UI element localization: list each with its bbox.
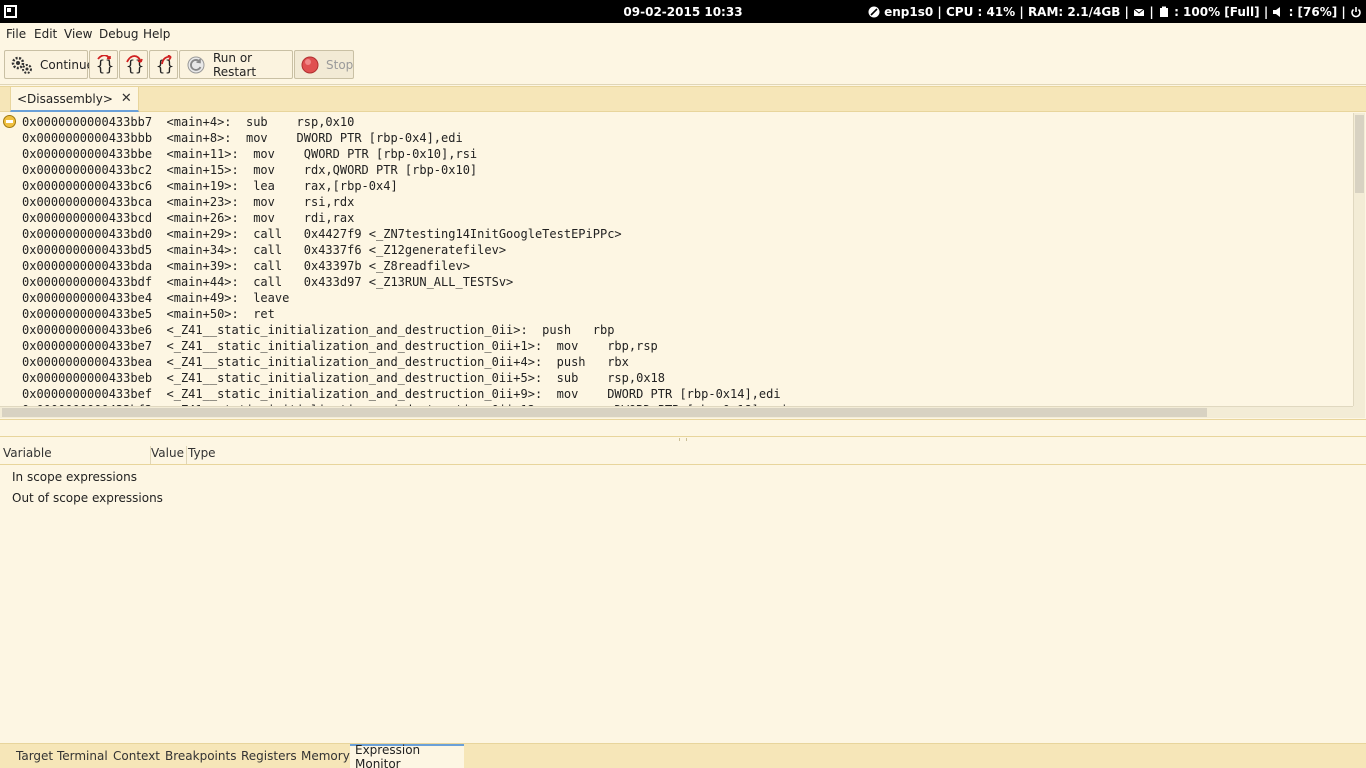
- disassembly-line[interactable]: 0x0000000000433bda <main+39>: call 0x433…: [22, 258, 788, 274]
- disassembly-line[interactable]: 0x0000000000433beb <_Z41__static_initial…: [22, 370, 788, 386]
- out-of-scope-expressions[interactable]: Out of scope expressions: [12, 491, 163, 505]
- step-over-button[interactable]: {}: [119, 50, 148, 79]
- column-header-type[interactable]: Type: [188, 446, 228, 464]
- volume-icon[interactable]: [1272, 6, 1284, 18]
- tab-context[interactable]: Context: [108, 744, 165, 768]
- command-input[interactable]: [0, 419, 1366, 437]
- vertical-scrollbar[interactable]: [1353, 113, 1365, 406]
- disassembly-line[interactable]: 0x0000000000433be5 <main+50>: ret: [22, 306, 788, 322]
- panel-splitter[interactable]: [0, 437, 1366, 442]
- close-icon[interactable]: ✕: [121, 91, 132, 106]
- gears-icon: [11, 56, 32, 74]
- debug-toolbar: Continue {} {} {} Run or Restart Stop: [0, 47, 1366, 85]
- expression-monitor-tree: In scope expressions Out of scope expres…: [0, 466, 1366, 742]
- stop-icon: [301, 56, 319, 73]
- tab-memory[interactable]: Memory: [296, 744, 355, 768]
- step-out-button[interactable]: {}: [149, 50, 178, 79]
- disassembly-line[interactable]: 0x0000000000433bb7 <main+4>: sub rsp,0x1…: [22, 114, 788, 130]
- disassembly-view[interactable]: 0x0000000000433bb7 <main+4>: sub rsp,0x1…: [0, 113, 1366, 419]
- tab-breakpoints[interactable]: Breakpoints: [160, 744, 241, 768]
- disassembly-line[interactable]: 0x0000000000433bbb <main+8>: mov DWORD P…: [22, 130, 788, 146]
- mail-icon: [1133, 8, 1145, 16]
- cpu-usage: | CPU : 41% |: [937, 5, 1024, 19]
- breakpoint-gutter[interactable]: [0, 113, 19, 419]
- in-scope-expressions[interactable]: In scope expressions: [12, 470, 137, 484]
- run-restart-button[interactable]: Run or Restart: [179, 50, 293, 79]
- menu-edit[interactable]: Edit: [34, 27, 57, 41]
- tab-disassembly[interactable]: <Disassembly> ✕: [10, 87, 139, 112]
- volume-level: : [76%] |: [1288, 5, 1346, 19]
- vertical-scrollbar-thumb[interactable]: [1355, 115, 1364, 193]
- restart-icon: [187, 56, 205, 73]
- disassembly-line[interactable]: 0x0000000000433bca <main+23>: mov rsi,rd…: [22, 194, 788, 210]
- continue-label: Continue: [40, 57, 94, 72]
- ram-usage: RAM: 2.1/4GB |: [1027, 5, 1129, 19]
- battery-level: : 100% [Full] |: [1174, 5, 1269, 19]
- disassembly-line[interactable]: 0x0000000000433be7 <_Z41__static_initial…: [22, 338, 788, 354]
- separator: |: [1149, 5, 1154, 19]
- disassembly-line[interactable]: 0x0000000000433bef <_Z41__static_initial…: [22, 386, 788, 402]
- scrollbar-corner: [1353, 406, 1365, 418]
- bottom-panel-tabs: Target Terminal Context Breakpoints Regi…: [0, 743, 1366, 768]
- step-over-icon: {}: [126, 54, 144, 75]
- menu-help[interactable]: Help: [143, 27, 170, 41]
- power-icon[interactable]: [1350, 6, 1362, 18]
- stop-button[interactable]: Stop: [294, 50, 354, 79]
- stop-label: Stop: [326, 57, 354, 72]
- editor-tab-strip: <Disassembly> ✕: [0, 86, 1366, 112]
- column-header-variable[interactable]: Variable: [3, 446, 151, 464]
- column-header-value[interactable]: Value: [151, 446, 187, 464]
- disassembly-line[interactable]: 0x0000000000433bc6 <main+19>: lea rax,[r…: [22, 178, 788, 194]
- menu-debug[interactable]: Debug: [99, 27, 138, 41]
- continue-button[interactable]: Continue: [4, 50, 94, 79]
- disassembly-line[interactable]: 0x0000000000433bc2 <main+15>: mov rdx,QW…: [22, 162, 788, 178]
- disassembly-line[interactable]: 0x0000000000433be4 <main+49>: leave: [22, 290, 788, 306]
- horizontal-scrollbar[interactable]: [0, 406, 1354, 418]
- current-instruction-marker-icon: [3, 115, 16, 128]
- disassembly-code: 0x0000000000433bb7 <main+4>: sub rsp,0x1…: [22, 114, 788, 418]
- battery-icon: [1159, 6, 1168, 17]
- horizontal-scrollbar-thumb[interactable]: [2, 408, 1207, 417]
- tab-disassembly-label: <Disassembly>: [17, 91, 113, 106]
- network-icon: [868, 6, 880, 18]
- disassembly-line[interactable]: 0x0000000000433bbe <main+11>: mov QWORD …: [22, 146, 788, 162]
- disassembly-line[interactable]: 0x0000000000433be6 <_Z41__static_initial…: [22, 322, 788, 338]
- menu-view[interactable]: View: [64, 27, 92, 41]
- expression-monitor-header: Variable Value Type: [0, 443, 1366, 465]
- step-into-icon: {}: [96, 54, 114, 75]
- tab-expression-monitor[interactable]: Expression Monitor: [350, 743, 464, 768]
- tab-registers[interactable]: Registers: [236, 744, 302, 768]
- system-top-bar: 09-02-2015 10:33 enp1s0 | CPU : 41% | RA…: [0, 0, 1366, 23]
- menu-file[interactable]: File: [6, 27, 26, 41]
- disassembly-line[interactable]: 0x0000000000433bd0 <main+29>: call 0x442…: [22, 226, 788, 242]
- tab-target-terminal[interactable]: Target Terminal: [11, 744, 113, 768]
- system-status: enp1s0 | CPU : 41% | RAM: 2.1/4GB | | : …: [868, 5, 1362, 19]
- run-restart-label: Run or Restart: [213, 50, 257, 79]
- step-into-button[interactable]: {}: [89, 50, 118, 79]
- disassembly-line[interactable]: 0x0000000000433bd5 <main+34>: call 0x433…: [22, 242, 788, 258]
- svg-text:{}: {}: [156, 57, 174, 75]
- menu-bar: File Edit View Debug Help: [0, 23, 1366, 47]
- splitter-grip-icon[interactable]: [679, 438, 687, 441]
- disassembly-line[interactable]: 0x0000000000433bdf <main+44>: call 0x433…: [22, 274, 788, 290]
- step-out-icon: {}: [156, 54, 174, 75]
- network-label: enp1s0: [884, 5, 934, 19]
- disassembly-line[interactable]: 0x0000000000433bea <_Z41__static_initial…: [22, 354, 788, 370]
- disassembly-line[interactable]: 0x0000000000433bcd <main+26>: mov rdi,ra…: [22, 210, 788, 226]
- svg-text:{}: {}: [96, 57, 114, 75]
